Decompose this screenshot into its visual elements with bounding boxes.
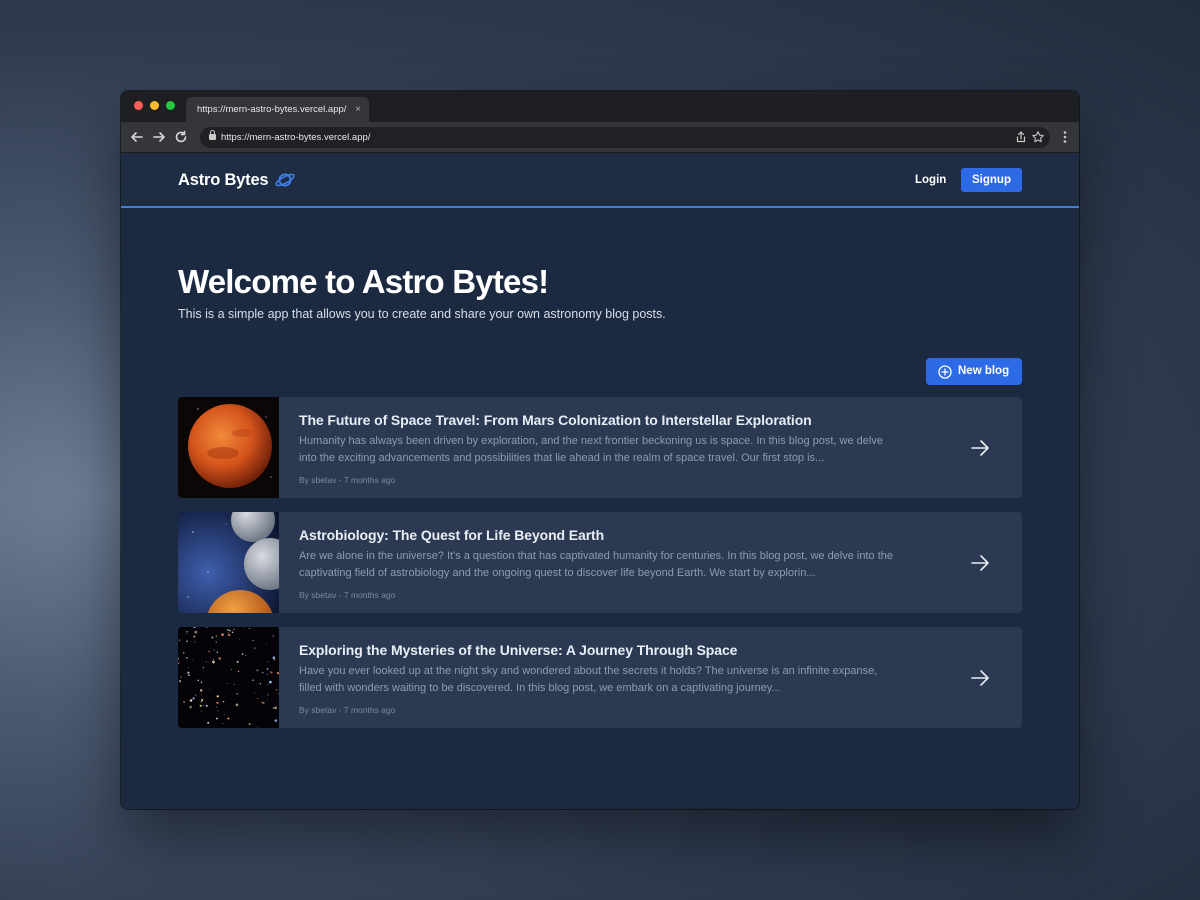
- blog-meta: By sbetav - 7 months ago: [299, 705, 396, 715]
- blog-card-body: Astrobiology: The Quest for Life Beyond …: [299, 526, 899, 601]
- tab-title: https://mern-astro-bytes.vercel.app/: [197, 104, 347, 115]
- brand-name: Astro Bytes: [178, 170, 269, 189]
- new-blog-label: New blog: [958, 365, 1010, 377]
- plus-circle-icon: [938, 364, 952, 379]
- browser-window: https://mern-astro-bytes.vercel.app/ × h…: [121, 91, 1079, 809]
- maximize-window-button[interactable]: [166, 101, 175, 110]
- blog-list: The Future of Space Travel: From Mars Co…: [178, 397, 1022, 742]
- close-window-button[interactable]: [134, 101, 143, 110]
- login-link[interactable]: Login: [915, 172, 946, 188]
- blog-thumbnail-planets: [178, 512, 279, 613]
- forward-icon[interactable]: [151, 129, 167, 145]
- blog-thumbnail-deep-field: [178, 627, 279, 728]
- page-subtitle: This is a simple app that allows you to …: [178, 307, 666, 321]
- address-bar[interactable]: https://mern-astro-bytes.vercel.app/: [200, 127, 1050, 148]
- url-text: https://mern-astro-bytes.vercel.app/: [221, 132, 371, 143]
- planet-icon: [275, 173, 296, 187]
- blog-title[interactable]: Exploring the Mysteries of the Universe:…: [299, 641, 899, 659]
- signup-button[interactable]: Signup: [961, 168, 1022, 192]
- blog-meta: By sbetav - 7 months ago: [299, 590, 396, 600]
- blog-card[interactable]: Exploring the Mysteries of the Universe:…: [178, 627, 1022, 728]
- browser-menu-icon[interactable]: [1060, 129, 1070, 145]
- arrow-right-icon[interactable]: [969, 667, 991, 689]
- share-icon[interactable]: [1014, 130, 1028, 144]
- blog-card[interactable]: The Future of Space Travel: From Mars Co…: [178, 397, 1022, 498]
- app-header: Astro Bytes Login Signup: [121, 153, 1079, 208]
- arrow-right-icon[interactable]: [969, 437, 991, 459]
- arrow-right-icon[interactable]: [969, 552, 991, 574]
- blog-excerpt: Are we alone in the universe? It's a que…: [299, 550, 894, 579]
- browser-toolbar: https://mern-astro-bytes.vercel.app/: [121, 122, 1079, 153]
- tab-strip: https://mern-astro-bytes.vercel.app/ ×: [121, 91, 1079, 122]
- reload-icon[interactable]: [173, 129, 189, 145]
- blog-excerpt: Have you ever looked up at the night sky…: [299, 665, 878, 694]
- blog-title[interactable]: The Future of Space Travel: From Mars Co…: [299, 411, 899, 429]
- browser-tab[interactable]: https://mern-astro-bytes.vercel.app/ ×: [186, 97, 369, 122]
- lock-icon: [209, 130, 216, 140]
- blog-excerpt: Humanity has always been driven by explo…: [299, 435, 883, 464]
- page-title: Welcome to Astro Bytes!: [178, 263, 549, 300]
- brand-logo[interactable]: Astro Bytes: [178, 169, 296, 191]
- main-content: Welcome to Astro Bytes! This is a simple…: [121, 210, 1079, 809]
- blog-meta: By sbetav - 7 months ago: [299, 475, 396, 485]
- new-blog-button[interactable]: New blog: [926, 358, 1022, 385]
- blog-thumbnail-mars: [178, 397, 279, 498]
- bookmark-star-icon[interactable]: [1031, 130, 1045, 144]
- back-icon[interactable]: [129, 129, 145, 145]
- blog-card-body: The Future of Space Travel: From Mars Co…: [299, 411, 899, 486]
- blog-card-body: Exploring the Mysteries of the Universe:…: [299, 641, 899, 716]
- minimize-window-button[interactable]: [150, 101, 159, 110]
- blog-card[interactable]: Astrobiology: The Quest for Life Beyond …: [178, 512, 1022, 613]
- window-controls: [134, 101, 175, 110]
- blog-title[interactable]: Astrobiology: The Quest for Life Beyond …: [299, 526, 899, 544]
- tab-close-icon[interactable]: ×: [355, 97, 361, 122]
